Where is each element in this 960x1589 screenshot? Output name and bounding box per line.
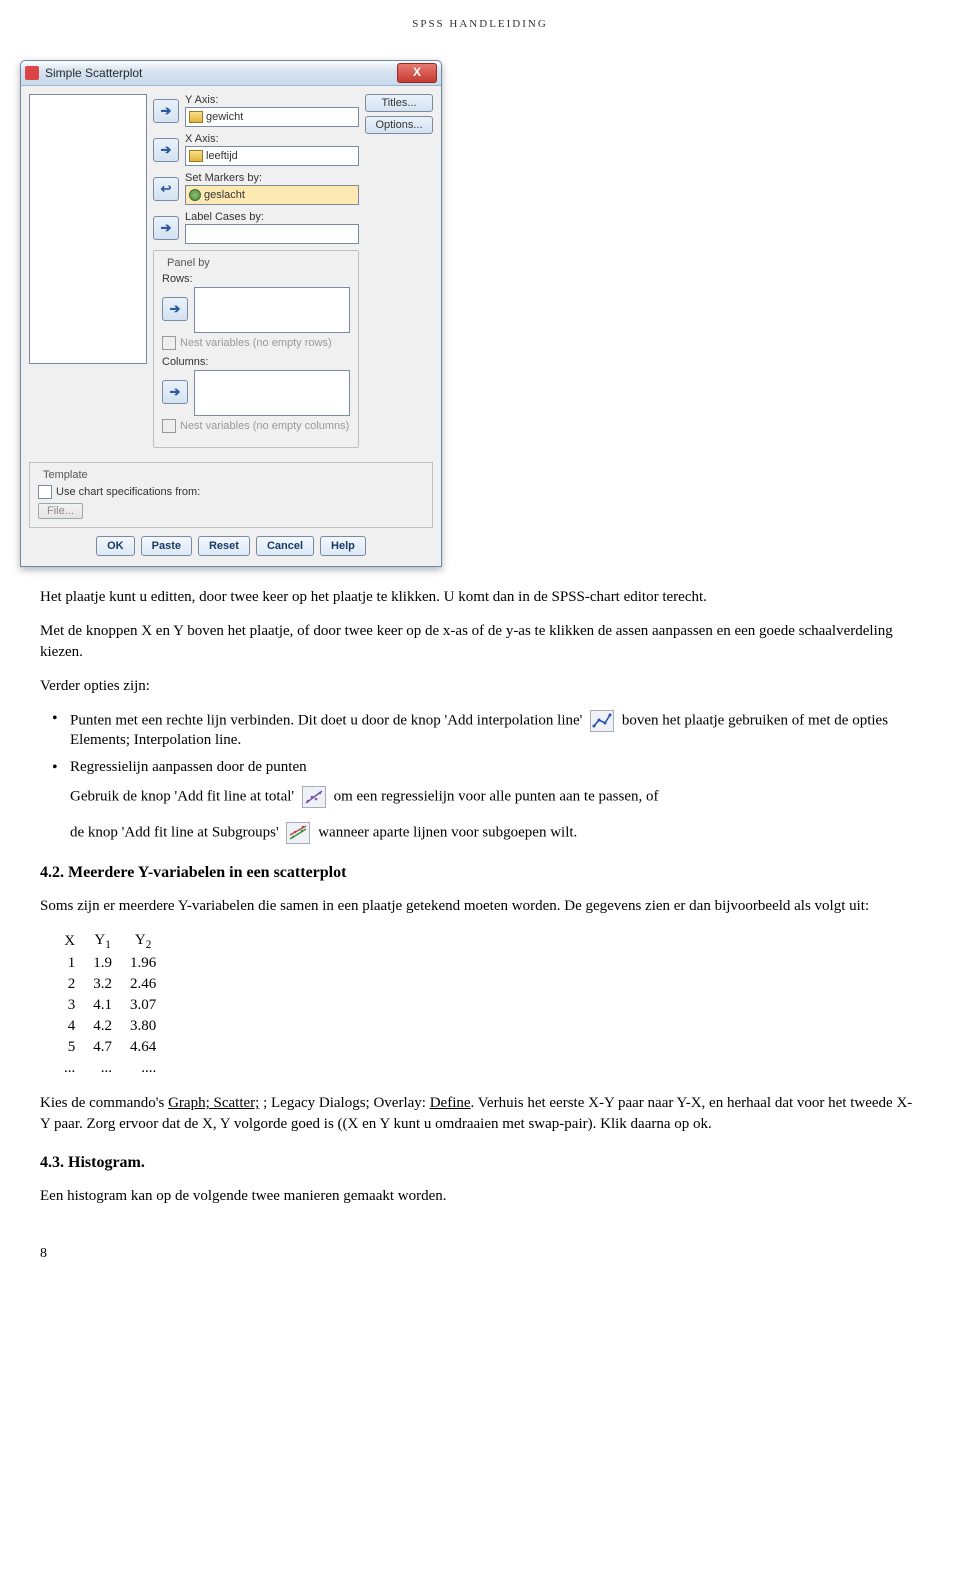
th-y1: Y1 bbox=[93, 930, 130, 953]
template-legend: Template bbox=[40, 469, 91, 481]
paragraph-2: Met de knoppen X en Y boven het plaatje,… bbox=[40, 621, 920, 662]
table-row: 34.13.07 bbox=[64, 995, 174, 1016]
panelby-fieldset: Panel by Rows: ➔ Nest variables (no empt… bbox=[153, 250, 359, 448]
interpolation-line-icon bbox=[590, 710, 614, 732]
paragraph-1: Het plaatje kunt u editten, door twee ke… bbox=[40, 587, 920, 607]
table-row: 11.91.96 bbox=[64, 953, 174, 974]
yaxis-field[interactable]: gewicht bbox=[185, 107, 359, 127]
paragraph-4: Soms zijn er meerdere Y-variabelen die s… bbox=[40, 896, 920, 916]
labelcases-field[interactable] bbox=[185, 224, 359, 244]
paste-button[interactable]: Paste bbox=[141, 536, 192, 556]
template-fieldset: Template Use chart specifications from: … bbox=[29, 462, 433, 528]
page-number: 8 bbox=[40, 1246, 920, 1262]
heading-4-2: 4.2. Meerdere Y-variabelen in een scatte… bbox=[40, 864, 920, 882]
app-icon bbox=[25, 66, 39, 80]
window-title: Simple Scatterplot bbox=[45, 66, 397, 80]
options-button[interactable]: Options... bbox=[365, 116, 433, 134]
titles-button[interactable]: Titles... bbox=[365, 94, 433, 112]
move-back-button[interactable]: ↩ bbox=[153, 177, 179, 201]
move-yaxis-button[interactable]: ➔ bbox=[153, 99, 179, 123]
scale-icon bbox=[189, 150, 203, 162]
paragraph-6: Een histogram kan op de volgende twee ma… bbox=[40, 1186, 920, 1206]
fit-line-subgroups-icon bbox=[286, 822, 310, 844]
columns-label: Columns: bbox=[162, 356, 350, 368]
table-row: 44.23.80 bbox=[64, 1016, 174, 1037]
nest-rows-check: Nest variables (no empty rows) bbox=[162, 336, 350, 350]
table-row: 23.22.46 bbox=[64, 974, 174, 995]
reset-button[interactable]: Reset bbox=[198, 536, 250, 556]
xaxis-label: X Axis: bbox=[185, 133, 359, 145]
th-x: X bbox=[64, 930, 93, 953]
setmarkers-field[interactable]: geslacht bbox=[185, 185, 359, 205]
paragraph-3: Verder opties zijn: bbox=[40, 676, 920, 696]
file-button[interactable]: File... bbox=[38, 503, 83, 519]
labelcases-label: Label Cases by: bbox=[185, 211, 359, 223]
cancel-button[interactable]: Cancel bbox=[256, 536, 314, 556]
paragraph-5: Kies de commando's Graph; Scatter; ; Leg… bbox=[40, 1093, 920, 1134]
move-rows-button[interactable]: ➔ bbox=[162, 297, 188, 321]
table-row: 54.74.64 bbox=[64, 1037, 174, 1058]
use-chart-label: Use chart specifications from: bbox=[56, 486, 200, 498]
titlebar: Simple Scatterplot X bbox=[21, 61, 441, 86]
scale-icon bbox=[189, 111, 203, 123]
yaxis-label: Y Axis: bbox=[185, 94, 359, 106]
variable-list[interactable] bbox=[29, 94, 147, 364]
bullet-2-title: Regressielijn aanpassen door de punten bbox=[70, 759, 920, 776]
data-table: X Y1 Y2 11.91.96 23.22.46 34.13.07 44.23… bbox=[64, 930, 174, 1079]
columns-field[interactable] bbox=[194, 370, 350, 416]
page-header: SPSS HANDLEIDING bbox=[40, 0, 920, 40]
yaxis-value: gewicht bbox=[206, 111, 243, 123]
nominal-icon bbox=[189, 189, 201, 201]
fit-line-total-icon bbox=[302, 786, 326, 808]
move-columns-button[interactable]: ➔ bbox=[162, 380, 188, 404]
setmarkers-value: geslacht bbox=[204, 189, 245, 201]
move-xaxis-button[interactable]: ➔ bbox=[153, 138, 179, 162]
spss-dialog-screenshot: Simple Scatterplot X ➔ Y Axis: gewicht bbox=[20, 60, 920, 567]
panelby-legend: Panel by bbox=[164, 257, 213, 269]
setmarkers-label: Set Markers by: bbox=[185, 172, 359, 184]
help-button[interactable]: Help bbox=[320, 536, 366, 556]
bullet-2: Regressielijn aanpassen door de punten G… bbox=[70, 759, 920, 844]
close-button[interactable]: X bbox=[397, 63, 437, 83]
rows-label: Rows: bbox=[162, 273, 350, 285]
table-row: .......... bbox=[64, 1058, 174, 1079]
xaxis-value: leeftijd bbox=[206, 150, 238, 162]
heading-4-3: 4.3. Histogram. bbox=[40, 1154, 920, 1172]
bullet-1: Punten met een rechte lijn verbinden. Di… bbox=[70, 710, 920, 749]
rows-field[interactable] bbox=[194, 287, 350, 333]
use-chart-checkbox[interactable] bbox=[38, 485, 52, 499]
move-labelcases-button[interactable]: ➔ bbox=[153, 216, 179, 240]
th-y2: Y2 bbox=[130, 930, 174, 953]
nest-cols-check: Nest variables (no empty columns) bbox=[162, 419, 350, 433]
ok-button[interactable]: OK bbox=[96, 536, 135, 556]
xaxis-field[interactable]: leeftijd bbox=[185, 146, 359, 166]
